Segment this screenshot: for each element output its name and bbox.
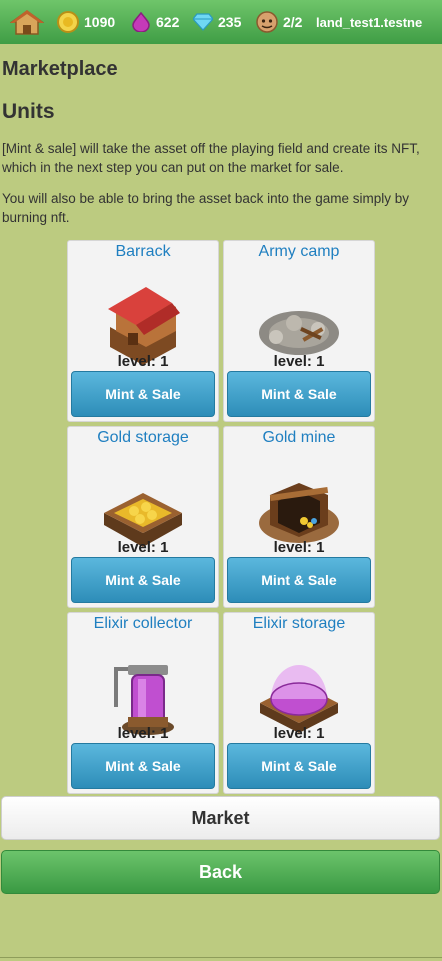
unit-card-elixir-storage: Elixir storage level: 1 Mint & Sale	[223, 612, 375, 794]
unit-card-gold-mine: Gold mine level: 1 Mint & Sale	[223, 426, 375, 608]
gold-coin-icon	[57, 11, 79, 33]
elixir-value: 622	[156, 14, 180, 30]
unit-level: level: 1	[273, 725, 325, 742]
unit-title: Barrack	[115, 243, 171, 260]
unit-level: level: 1	[117, 725, 169, 742]
elixir-storage-image	[260, 665, 338, 733]
unit-title: Elixir storage	[252, 615, 346, 632]
elixir-collector-image	[114, 665, 174, 735]
gems-counter: 235	[193, 0, 241, 44]
mint-sale-button[interactable]: Mint & Sale	[71, 371, 215, 417]
unit-card-barrack: Barrack level: 1 Mint & Sale	[67, 240, 219, 422]
back-button[interactable]: Back	[1, 850, 440, 894]
gems-value: 235	[218, 14, 242, 30]
gold-mine-image	[259, 483, 339, 543]
house-icon[interactable]	[9, 8, 45, 36]
mint-sale-button[interactable]: Mint & Sale	[71, 557, 215, 603]
gem-icon	[193, 13, 213, 31]
unit-card-army-camp: Army camp level: 1 Mint & Sale	[223, 240, 375, 422]
section-title: Units	[2, 100, 55, 123]
gold-counter: 1090	[57, 0, 115, 44]
unit-title: Elixir collector	[93, 615, 193, 632]
unit-card-elixir-collector: Elixir collector level: 1 Mint & Sale	[67, 612, 219, 794]
unit-title: Gold storage	[97, 429, 189, 446]
description-burn: You will also be able to bring the asset…	[2, 191, 409, 225]
page-title: Marketplace	[2, 58, 118, 80]
account-name[interactable]: land_test1.testne	[316, 0, 440, 44]
barrack-image	[108, 287, 180, 365]
unit-card-gold-storage: Gold storage level: 1 Mint & Sale	[67, 426, 219, 608]
unit-level: level: 1	[273, 353, 325, 370]
top-bar: 1090 622 235 2/2 land_test1.testne	[0, 0, 442, 44]
unit-title: Army camp	[258, 243, 340, 260]
divider	[0, 957, 442, 958]
elixir-drop-icon	[132, 12, 150, 32]
elixir-counter: 622	[131, 0, 179, 44]
workers-value: 2/2	[283, 14, 303, 30]
unit-level: level: 1	[117, 353, 169, 370]
description-mint: [Mint & sale] will take the asset off th…	[2, 141, 420, 175]
army-camp-image	[259, 311, 339, 355]
mint-sale-button[interactable]: Mint & Sale	[71, 743, 215, 789]
mint-sale-button[interactable]: Mint & Sale	[227, 371, 371, 417]
unit-level: level: 1	[273, 539, 325, 556]
mint-sale-button[interactable]: Mint & Sale	[227, 557, 371, 603]
workers-counter: 2/2	[256, 0, 302, 44]
builder-icon	[256, 11, 278, 33]
gold-storage-image	[104, 493, 182, 547]
gold-value: 1090	[84, 14, 116, 30]
unit-title: Gold mine	[262, 429, 336, 446]
unit-level: level: 1	[117, 539, 169, 556]
mint-sale-button[interactable]: Mint & Sale	[227, 743, 371, 789]
market-button[interactable]: Market	[1, 796, 440, 840]
